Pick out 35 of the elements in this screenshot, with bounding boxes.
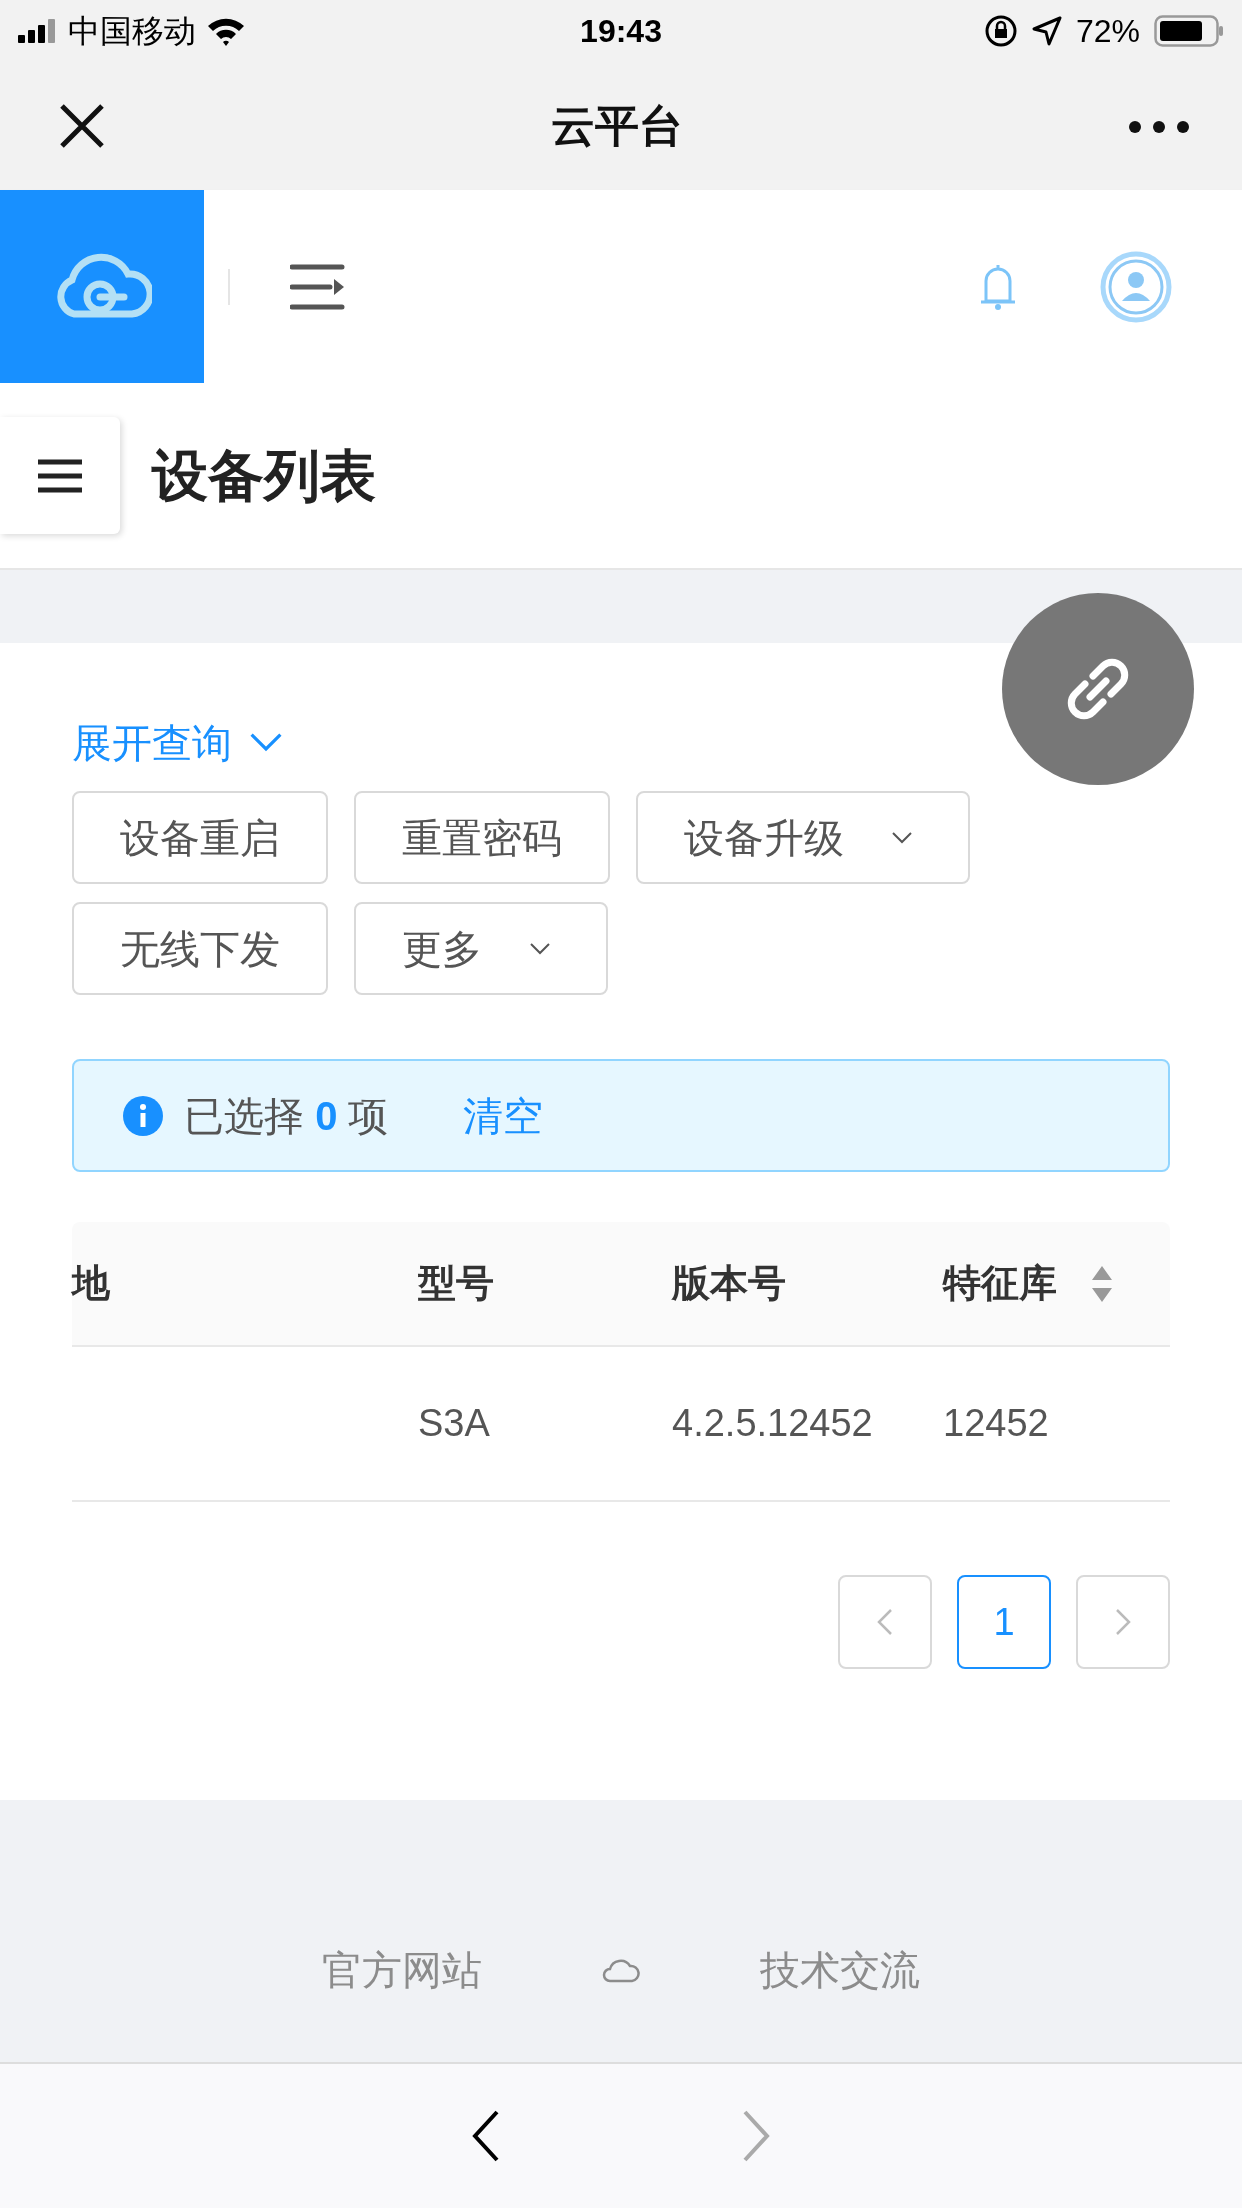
chevron-icon [892,831,912,844]
selection-count-text: 已选择 0 项 [184,1092,389,1140]
column-header: 版本号 [672,1261,786,1306]
chevron-left-icon [877,1608,893,1636]
location-icon [1031,16,1062,46]
page-title: 设备列表 [152,442,376,509]
window-title: 云平台 [551,100,683,152]
menu-fold-button[interactable] [290,262,346,311]
column-header: 地 [72,1261,110,1306]
table-cell: S3A [418,1402,490,1444]
battery-percent: 72% [1075,12,1140,51]
action-button[interactable]: 无线下发 [72,902,328,995]
action-button[interactable]: 重置密码 [354,791,610,884]
chevron-icon [530,942,550,955]
menu-button[interactable] [0,417,120,534]
action-button[interactable]: 设备重启 [72,791,328,884]
dropdown-button[interactable]: 更多 [354,902,608,995]
signal-icon [18,19,58,43]
menu-icon [38,458,82,493]
table-cell: 4.2.5.12452 [672,1402,873,1444]
cloud-icon [602,1957,640,1983]
info-icon [122,1094,164,1137]
wifi-icon [206,16,246,46]
dropdown-button[interactable]: 设备升级 [636,791,970,884]
column-header[interactable]: 特征库 [943,1255,1113,1312]
chevron-right-icon [1115,1608,1131,1636]
battery-icon [1154,15,1224,47]
carrier-name: 中国移动 [68,12,196,51]
rotation-lock-icon [983,14,1018,48]
chevron-icon [250,733,282,753]
clock: 19:43 [580,12,662,51]
table-cell-text: 12452 [943,1401,1049,1446]
back-button[interactable] [471,2109,501,2163]
close-button[interactable] [58,102,106,150]
column-header: 型号 [418,1261,494,1306]
